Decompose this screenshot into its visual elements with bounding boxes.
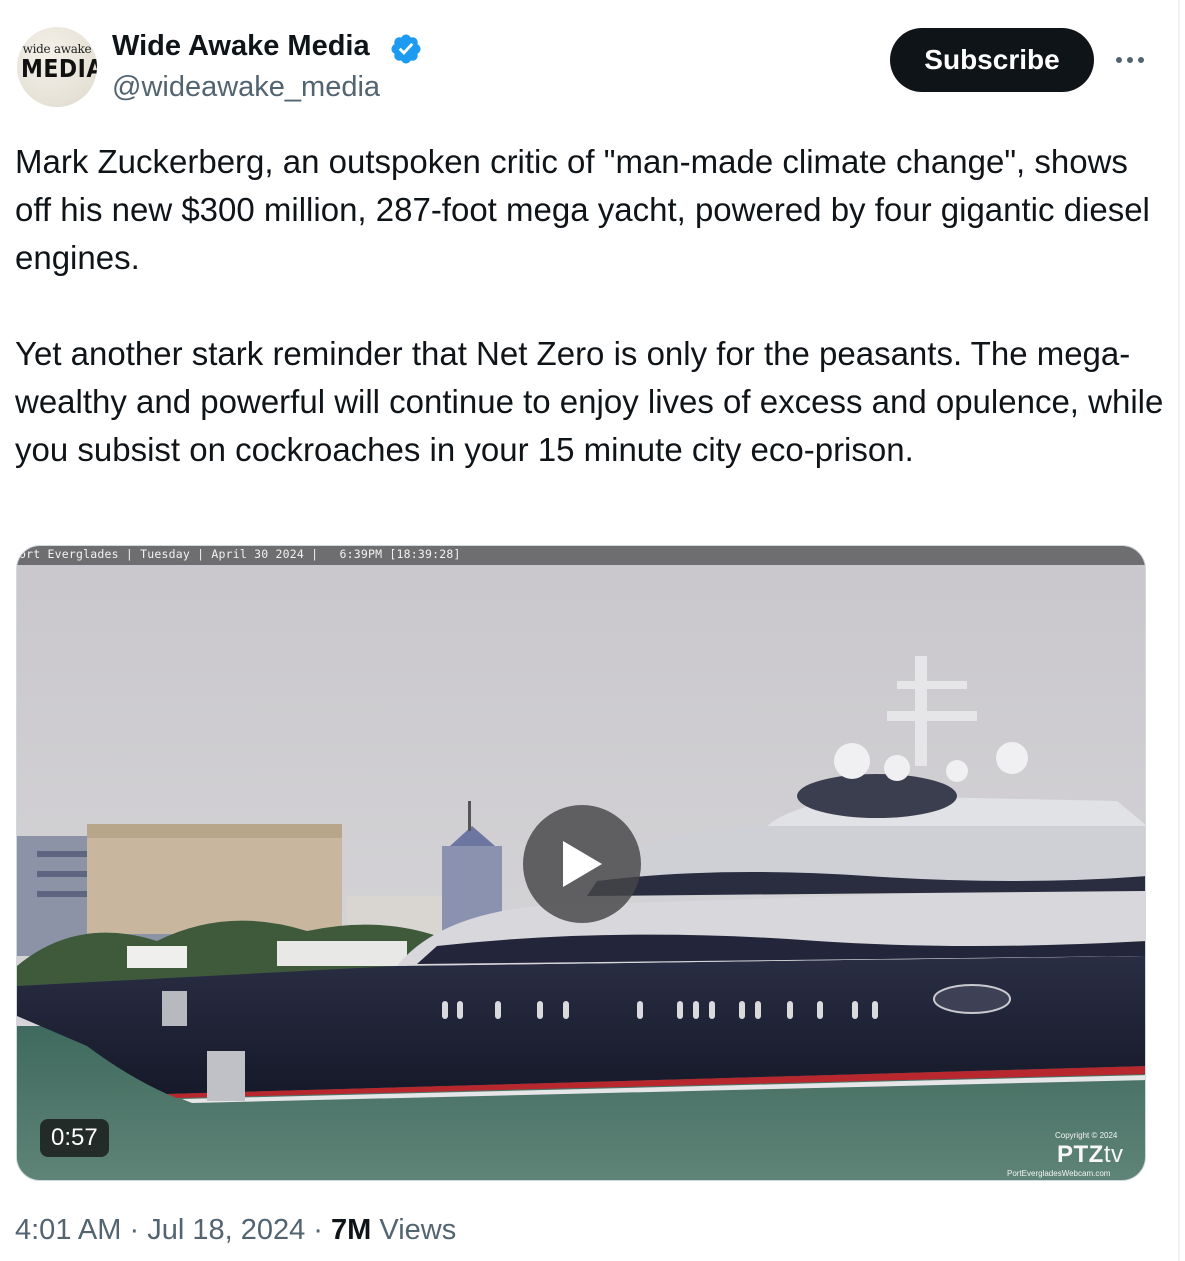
tweet-text: Mark Zuckerberg, an outspoken critic of … xyxy=(15,138,1165,474)
video-player[interactable]: ort Everglades | Tuesday | April 30 2024… xyxy=(16,545,1146,1181)
avatar[interactable]: wide awake MEDIA xyxy=(17,27,97,107)
watermark-copyright: Copyright © 2024 xyxy=(1055,1131,1118,1140)
meta-separator: · xyxy=(313,1214,323,1246)
tweet-paragraph-2: Yet another stark reminder that Net Zero… xyxy=(15,335,1173,468)
right-border xyxy=(1178,0,1180,1261)
play-icon[interactable] xyxy=(523,805,641,923)
subscribe-button[interactable]: Subscribe xyxy=(890,28,1094,92)
avatar-text-bottom: MEDIA xyxy=(21,55,97,84)
watermark-url: PortEvergladesWebcam.com xyxy=(1007,1169,1111,1178)
tweet-time[interactable]: 4:01 AM xyxy=(15,1214,121,1246)
handle[interactable]: @wideawake_media xyxy=(112,71,380,104)
watermark-logo-main: PTZ xyxy=(1057,1141,1104,1168)
more-horizontal-icon[interactable] xyxy=(1110,40,1150,80)
views-count[interactable]: 7M xyxy=(331,1214,371,1246)
tweet-paragraph-1: Mark Zuckerberg, an outspoken critic of … xyxy=(15,143,1160,276)
tweet-date[interactable]: Jul 18, 2024 xyxy=(147,1214,305,1246)
watermark-logo-suffix: tv xyxy=(1103,1141,1124,1168)
verified-badge-icon[interactable] xyxy=(389,32,423,66)
tweet-meta: 4:01 AM · Jul 18, 2024 · 7M Views xyxy=(15,1214,456,1247)
video-duration: 0:57 xyxy=(40,1119,109,1157)
meta-separator: · xyxy=(129,1214,140,1246)
watermark-logo: PTZtv xyxy=(1057,1141,1124,1169)
display-name[interactable]: Wide Awake Media xyxy=(112,30,370,63)
cam-overlay-text: ort Everglades | Tuesday | April 30 2024… xyxy=(19,547,461,561)
views-label: Views xyxy=(379,1214,457,1246)
avatar-text-top: wide awake xyxy=(22,42,92,56)
